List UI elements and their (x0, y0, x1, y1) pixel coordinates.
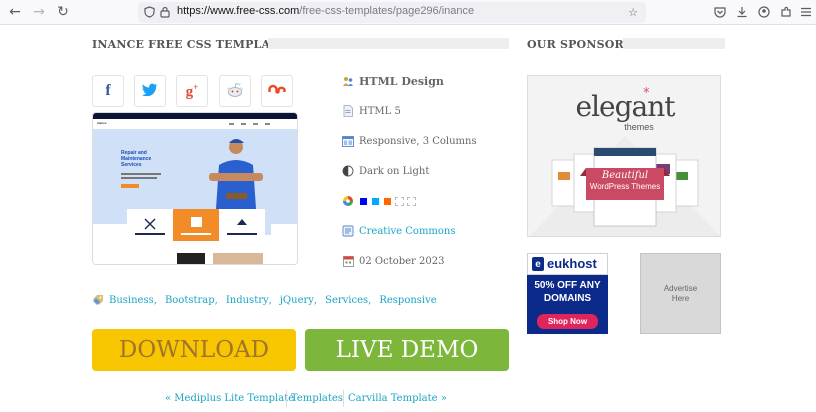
info-license: Creative Commons (342, 223, 456, 239)
downloads-icon[interactable] (734, 4, 750, 20)
share-reddit-button[interactable] (219, 75, 251, 107)
forward-icon[interactable]: → (29, 3, 49, 21)
color-swatch (383, 196, 392, 206)
preview-logo: Inance (97, 121, 107, 125)
theme-icon (342, 165, 354, 177)
elegant-tagline2: WordPress Themes (589, 182, 661, 191)
template-preview-image[interactable]: Inance Repair and Maintenance Services (92, 112, 298, 265)
eukhost-offer: 50% OFF ANY (534, 280, 601, 291)
url-text: https://www.free-css.com/free-css-templa… (177, 5, 474, 17)
tag-business[interactable]: Business (109, 295, 154, 306)
color-swatch (371, 196, 380, 206)
people-icon (342, 75, 354, 87)
tag-jquery[interactable]: jQuery (280, 295, 314, 306)
elegant-tagline: Beautiful (601, 170, 649, 181)
color-wheel-icon (342, 195, 354, 207)
account-icon[interactable] (756, 4, 772, 20)
elegant-themes-ad[interactable]: elegant themes * Beautiful WordPress The… (527, 75, 721, 237)
info-name: HTML Design (342, 73, 444, 89)
advertise-here-label: Advertise Here (663, 283, 698, 303)
advertise-here-box[interactable]: Advertise Here (640, 253, 721, 334)
reload-icon[interactable]: ↻ (53, 3, 73, 21)
tag-list: Business, Bootstrap, Industry, jQuery, S… (92, 293, 437, 307)
googleplus-icon: g+ (185, 81, 199, 100)
next-template-link[interactable]: Carvilla Template » (348, 393, 447, 404)
asterisk-icon: * (643, 86, 650, 101)
eukhost-domains: DOMAINS (543, 293, 592, 304)
html-file-icon (342, 105, 354, 117)
color-swatches (359, 196, 419, 206)
elegant-brand: elegant (575, 90, 676, 123)
tag-services[interactable]: Services (325, 295, 368, 306)
twitter-icon (141, 83, 158, 99)
share-googleplus-button[interactable]: g+ (176, 75, 208, 107)
browser-toolbar: ← → ↻ https://www.free-css.com/free-css-… (0, 0, 816, 25)
info-theme: Dark on Light (342, 163, 429, 179)
release-date: 02 October 2023 (359, 255, 445, 267)
color-swatch (395, 196, 404, 206)
info-version: HTML 5 (342, 103, 401, 119)
back-icon[interactable]: ← (5, 3, 25, 21)
license-link[interactable]: Creative Commons (359, 226, 456, 237)
eukhost-logo-icon: e (532, 257, 544, 271)
title-divider (268, 38, 509, 49)
elegant-brand-sub: themes (624, 122, 654, 132)
lock-icon[interactable] (158, 5, 172, 19)
pager-divider (343, 390, 344, 407)
eukhost-shop-now-button[interactable]: Shop Now (537, 314, 598, 329)
sponsors-title: OUR SPONSORS (527, 38, 633, 51)
info-colors (342, 193, 419, 209)
download-button[interactable]: DOWNLOAD (92, 329, 296, 371)
license-icon (342, 225, 354, 237)
stumbleupon-icon (268, 83, 286, 99)
info-layout: Responsive, 3 Columns (342, 133, 477, 149)
tag-separator: , (268, 294, 272, 306)
url-path: /free-css-templates/page296/inance (299, 5, 475, 17)
page-title: INANCE FREE CSS TEMPLATE (92, 38, 287, 51)
bookmark-star-icon[interactable]: ☆ (626, 5, 640, 19)
tag-responsive[interactable]: Responsive (379, 295, 436, 306)
tag-separator: , (153, 294, 157, 306)
reddit-icon (226, 82, 244, 101)
facebook-icon: f (105, 82, 111, 99)
extensions-icon[interactable] (778, 4, 794, 20)
template-name: HTML Design (359, 74, 444, 88)
url-host: https://www.free-css.com (177, 5, 300, 17)
eukhost-brand: eukhost (547, 256, 597, 271)
tracking-shield-icon[interactable] (142, 5, 156, 19)
tag-separator: , (214, 294, 218, 306)
eukhost-ad[interactable]: e eukhost 50% OFF ANY DOMAINS Shop Now (527, 253, 608, 334)
share-facebook-button[interactable]: f (92, 75, 124, 107)
sponsors-title-divider (623, 38, 725, 49)
info-date: 02 October 2023 (342, 253, 444, 269)
menu-icon[interactable] (798, 4, 814, 20)
tag-bootstrap[interactable]: Bootstrap (165, 295, 215, 306)
layout-type: Responsive, 3 Columns (359, 135, 477, 147)
calendar-icon (342, 255, 354, 267)
live-demo-button[interactable]: LIVE DEMO (305, 329, 509, 371)
color-swatch (407, 196, 416, 206)
prev-template-link[interactable]: « Mediplus Lite Template (165, 393, 294, 404)
tag-industry[interactable]: Industry (226, 295, 269, 306)
address-bar[interactable]: https://www.free-css.com/free-css-templa… (138, 2, 646, 23)
html-version: HTML 5 (359, 105, 401, 117)
theme-type: Dark on Light (359, 165, 430, 177)
layout-icon (342, 135, 354, 147)
tag-separator: , (313, 294, 318, 306)
share-twitter-button[interactable] (134, 75, 166, 107)
tag-separator: , (368, 294, 372, 306)
color-swatch (359, 196, 368, 206)
pager-divider (286, 390, 287, 407)
templates-link[interactable]: Templates (291, 393, 343, 404)
tags-icon (92, 294, 104, 306)
pocket-icon[interactable] (712, 4, 728, 20)
preview-hero-title: Repair and Maintenance Services (121, 150, 152, 168)
share-stumbleupon-button[interactable] (261, 75, 293, 107)
